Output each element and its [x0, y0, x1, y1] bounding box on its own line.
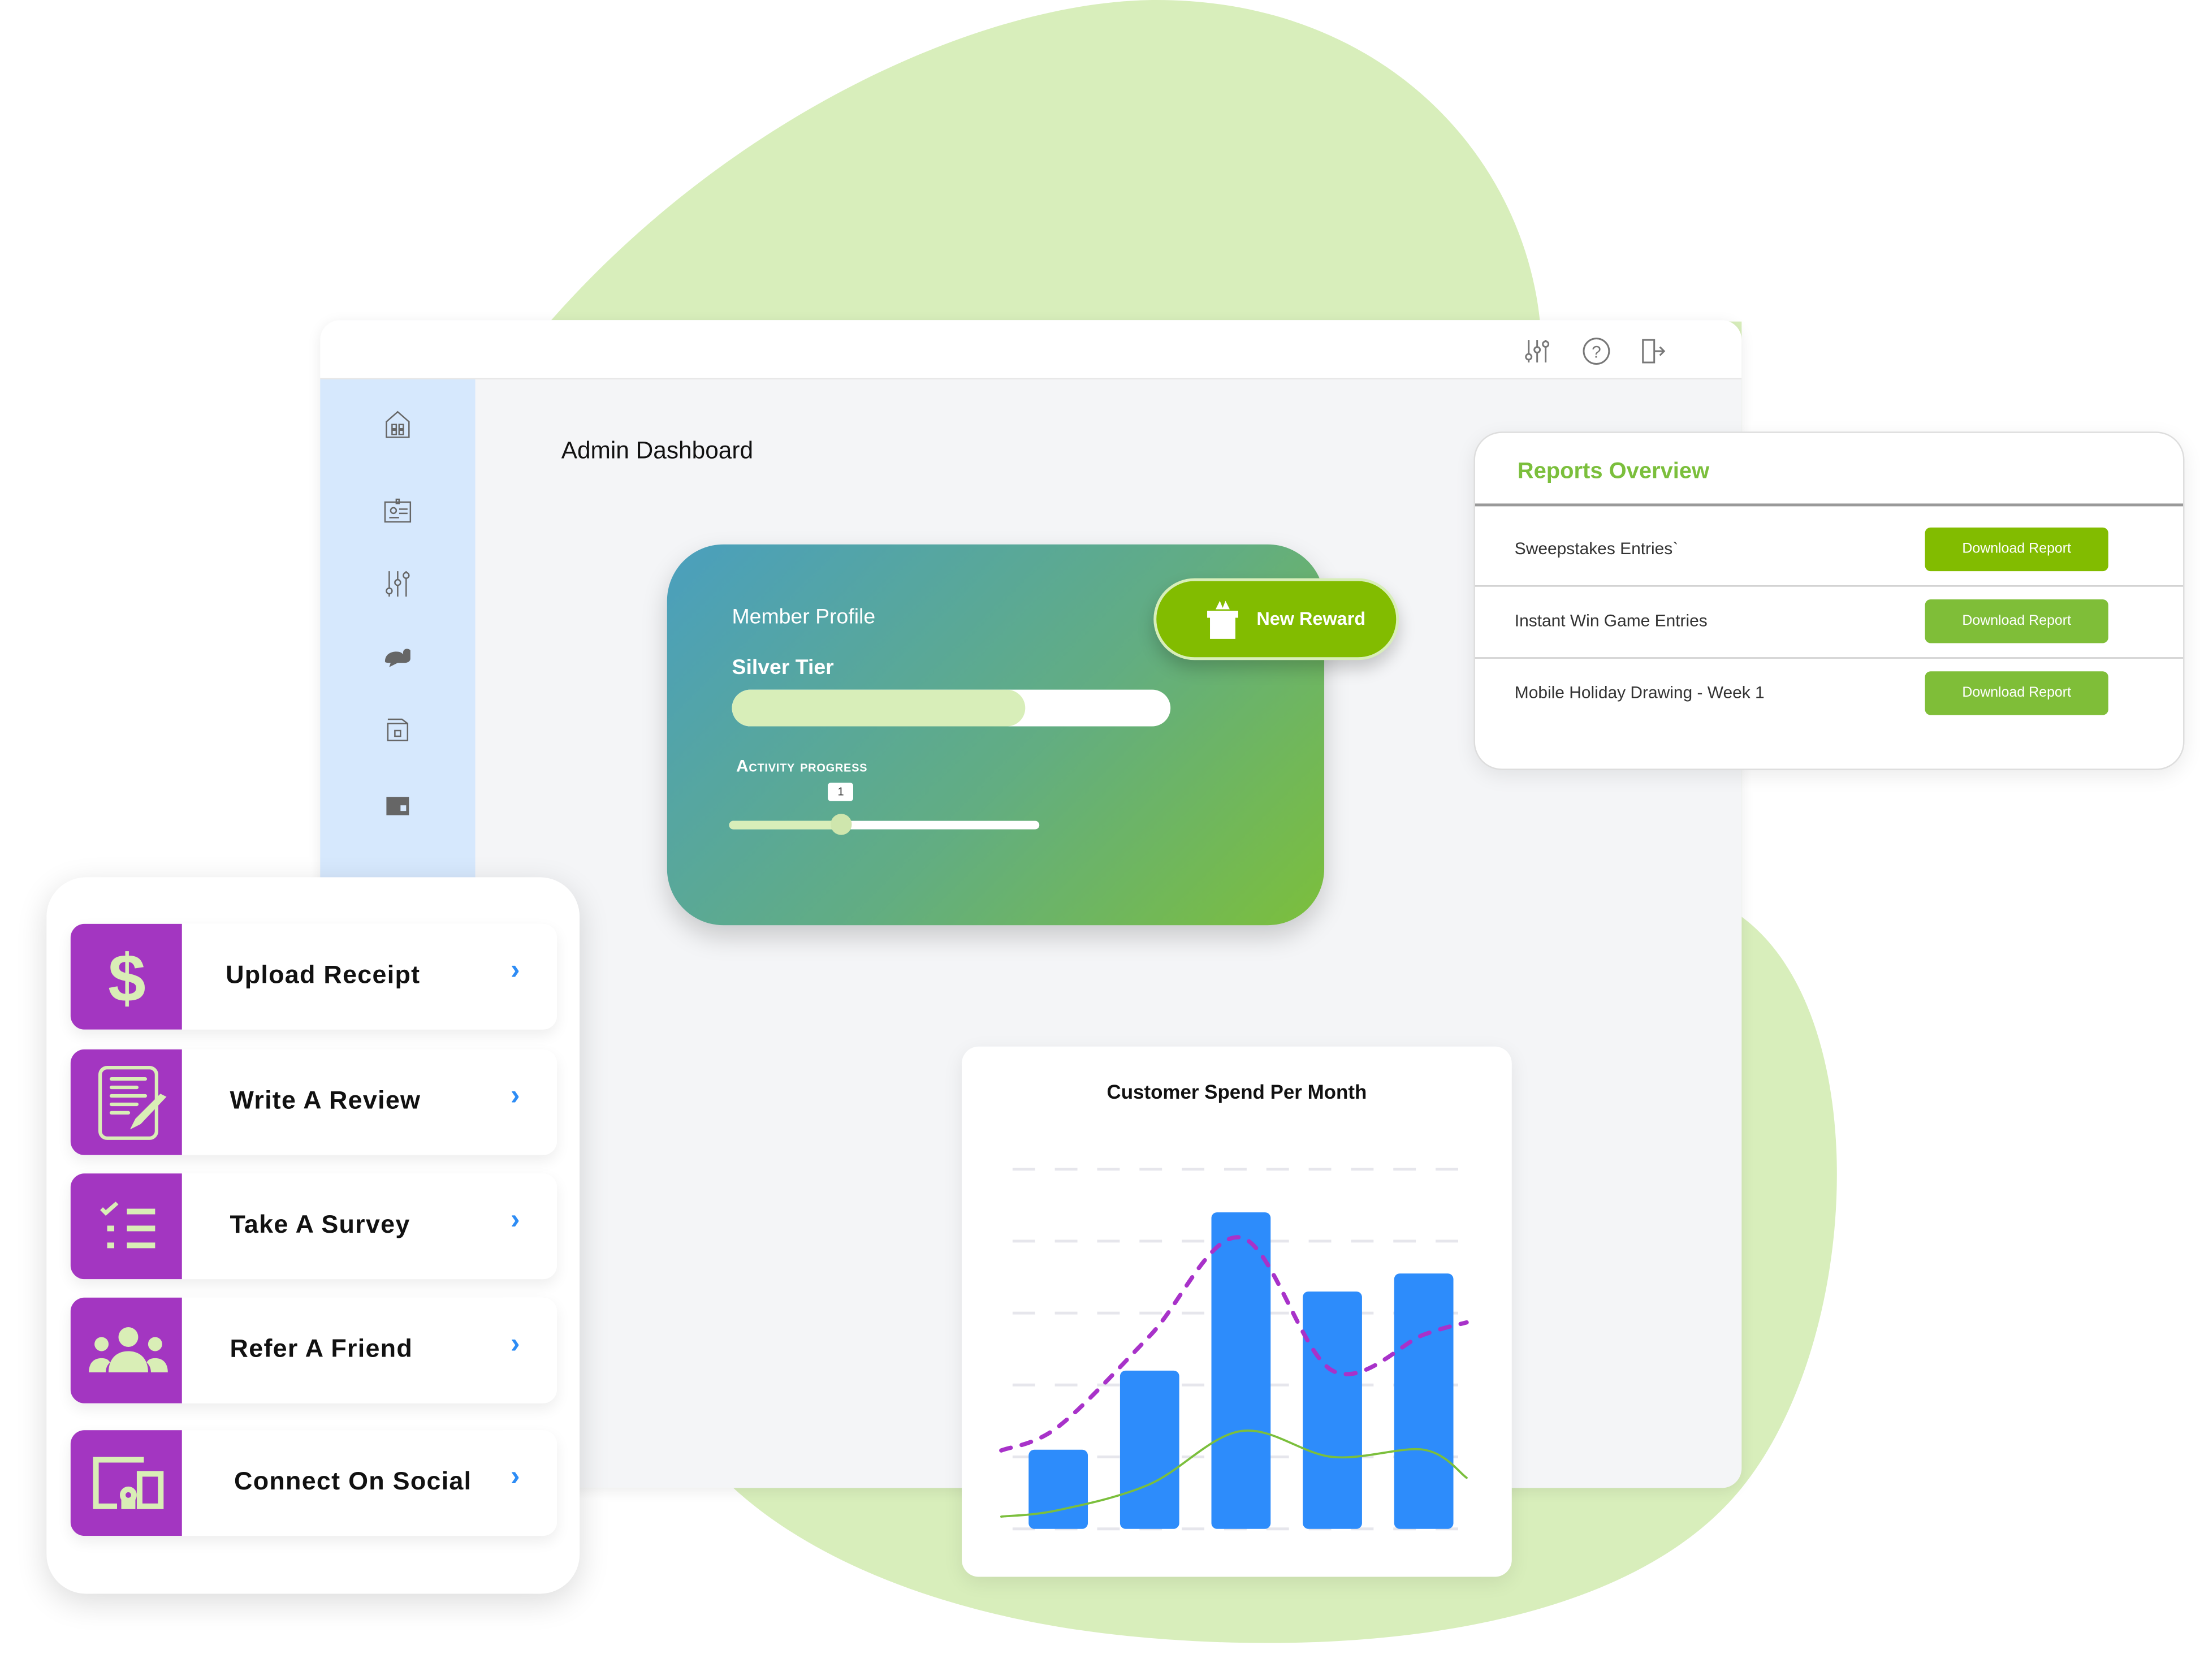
svg-text:?: ?	[1592, 343, 1601, 361]
new-reward-label: New Reward	[1256, 608, 1366, 629]
task-label: Take A Survey	[230, 1210, 410, 1238]
member-profile-label: Member Profile	[732, 605, 876, 629]
reports-title: Reports Overview	[1517, 460, 1710, 484]
tier-progress-bar	[732, 689, 1171, 727]
tasks-card: $ Upload Receipt › Write A Review › Take…	[46, 877, 580, 1594]
report-row: Instant Win Game Entries Download Report	[1475, 587, 2184, 659]
chevron-right-icon: ›	[510, 1080, 520, 1112]
reports-overview-card: Reports Overview Sweepstakes Entries` Do…	[1473, 431, 2185, 770]
bar	[1303, 1291, 1362, 1529]
activity-slider-thumb[interactable]	[831, 814, 852, 835]
task-take-survey[interactable]: Take A Survey ›	[70, 1173, 557, 1280]
task-label: Write A Review	[230, 1086, 421, 1115]
activity-slider-tooltip: 1	[828, 783, 854, 801]
download-report-button[interactable]: Download Report	[1925, 671, 2108, 715]
activity-slider[interactable]: 1	[729, 783, 1040, 835]
bar	[1028, 1449, 1088, 1529]
bar	[1394, 1273, 1454, 1529]
new-reward-button[interactable]: New Reward	[1153, 578, 1399, 660]
sliders-icon[interactable]	[382, 568, 413, 599]
chat-icon[interactable]	[382, 642, 413, 673]
wallet-icon[interactable]	[382, 788, 413, 819]
activity-progress-label: Activity progress	[736, 755, 868, 776]
task-icon-box	[70, 1049, 182, 1155]
activity-slider-fill	[729, 820, 841, 830]
page-title: Admin Dashboard	[561, 437, 754, 464]
task-label: Upload Receipt	[226, 960, 421, 989]
svg-text:$: $	[108, 941, 146, 1011]
report-name: Instant Win Game Entries	[1514, 610, 1708, 630]
customer-spend-chart: Customer Spend Per Month	[962, 1046, 1512, 1577]
task-icon-box: $	[70, 923, 182, 1030]
bar	[1211, 1212, 1271, 1529]
task-label: Refer A Friend	[230, 1334, 413, 1363]
dollar-icon: $	[108, 941, 146, 1011]
download-report-button[interactable]: Download Report	[1925, 527, 2108, 572]
task-icon-box	[70, 1173, 182, 1280]
chevron-right-icon: ›	[510, 1204, 520, 1236]
tier-progress-fill	[732, 689, 1026, 727]
sliders-icon[interactable]	[1523, 337, 1551, 365]
id-card-icon[interactable]	[382, 495, 413, 526]
chevron-right-icon: ›	[510, 1328, 520, 1360]
report-name: Sweepstakes Entries`	[1514, 538, 1679, 559]
stage: ? Admin Dashboard Member Profile Silver …	[0, 0, 2200, 1680]
chevron-right-icon: ›	[510, 955, 520, 986]
logout-icon[interactable]	[1639, 337, 1667, 365]
task-upload-receipt[interactable]: $ Upload Receipt ›	[70, 923, 557, 1030]
devices-icon	[93, 1457, 164, 1509]
task-connect-social[interactable]: Connect On Social ›	[70, 1430, 557, 1536]
bar	[1120, 1370, 1179, 1529]
chevron-right-icon: ›	[510, 1461, 520, 1492]
download-report-button[interactable]: Download Report	[1925, 599, 2108, 644]
gift-icon	[1207, 601, 1238, 639]
task-icon-box	[70, 1297, 182, 1403]
report-row: Mobile Holiday Drawing - Week 1 Download…	[1475, 659, 2183, 731]
task-label: Connect On Social	[234, 1466, 472, 1495]
task-refer-friend[interactable]: Refer A Friend ›	[70, 1297, 557, 1403]
task-icon-box	[70, 1430, 182, 1536]
review-icon	[98, 1065, 167, 1140]
checklist-icon	[100, 1202, 155, 1249]
tier-label: Silver Tier	[732, 655, 834, 680]
help-icon[interactable]: ?	[1582, 337, 1610, 365]
report-name: Mobile Holiday Drawing - Week 1	[1514, 683, 1765, 703]
window-header: ?	[320, 320, 1742, 379]
reports-divider	[1475, 503, 2184, 507]
report-row: Sweepstakes Entries` Download Report	[1475, 515, 2184, 587]
chart-plot	[999, 1168, 1469, 1531]
archive-icon[interactable]	[382, 714, 413, 745]
task-write-review[interactable]: Write A Review ›	[70, 1049, 557, 1155]
home-icon[interactable]	[382, 409, 413, 440]
group-icon	[89, 1327, 168, 1372]
